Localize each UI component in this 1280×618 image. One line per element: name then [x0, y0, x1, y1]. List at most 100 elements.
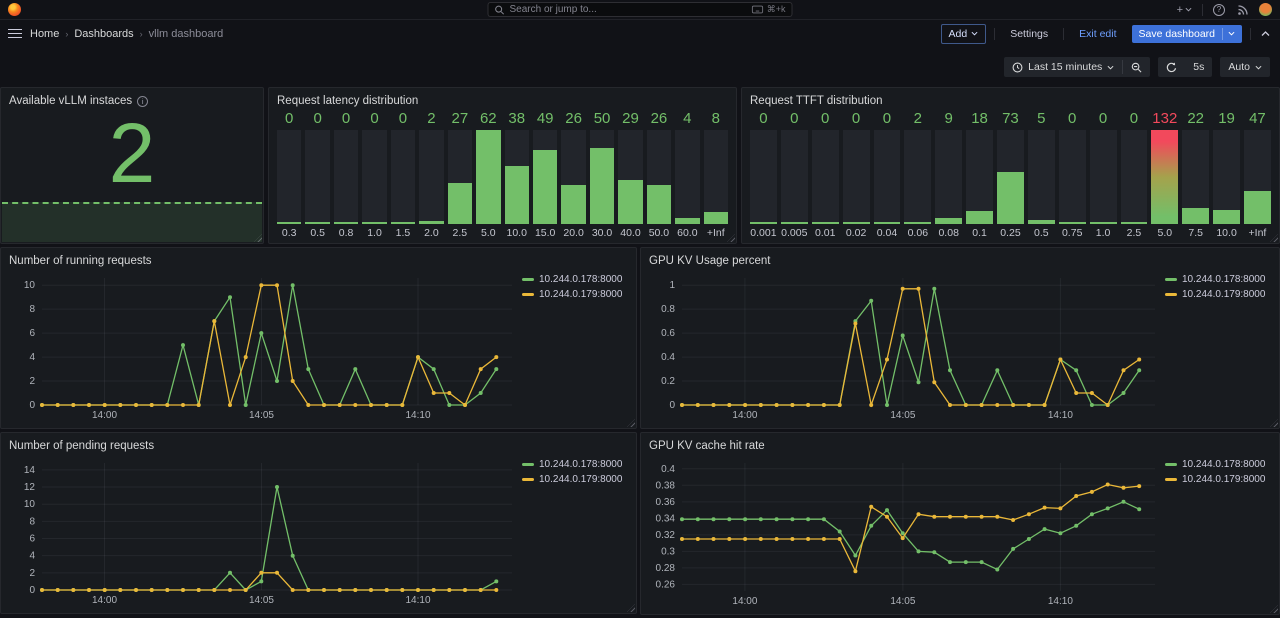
- panel-title[interactable]: GPU KV Usage percent: [649, 255, 770, 267]
- svg-text:14:00: 14:00: [732, 410, 757, 421]
- bar-fill: [750, 222, 777, 224]
- bar-column: 02.5: [1121, 110, 1148, 239]
- panel-title[interactable]: GPU KV cache hit rate: [649, 440, 765, 452]
- legend-item[interactable]: 10.244.0.179:8000: [522, 289, 628, 300]
- bar-track: [781, 130, 808, 224]
- bar-column: 00.02: [843, 110, 870, 239]
- bar-value: 5: [1028, 110, 1055, 127]
- bar-track: [419, 130, 443, 224]
- time-controls-bar: Last 15 minutes 5s Auto: [0, 47, 1280, 87]
- bar-fill: [1121, 222, 1148, 224]
- legend-item[interactable]: 10.244.0.179:8000: [1165, 474, 1271, 485]
- bar-track: [750, 130, 777, 224]
- bar-value: 0: [334, 110, 358, 127]
- zoom-out-button[interactable]: [1123, 58, 1150, 77]
- panel-title[interactable]: Number of running requests: [9, 255, 152, 267]
- exit-edit-button[interactable]: Exit edit: [1072, 25, 1123, 43]
- bar-column: 00.5: [305, 110, 329, 239]
- panel-request-ttft: Request TTFT distribution 00.00100.00500…: [741, 87, 1280, 244]
- panel-title[interactable]: Request latency distribution: [277, 95, 418, 107]
- breadcrumb-home[interactable]: Home: [30, 28, 59, 40]
- bar-category-label: 0.06: [904, 224, 931, 239]
- legend-item[interactable]: 10.244.0.178:8000: [522, 459, 628, 470]
- bar-fill: [874, 222, 901, 224]
- search-input[interactable]: Search or jump to... ⌘+k: [488, 2, 793, 17]
- save-dashboard-button[interactable]: Save dashboard: [1132, 25, 1242, 43]
- collapse-toolbar-button[interactable]: [1259, 31, 1272, 37]
- svg-text:0.2: 0.2: [661, 376, 675, 387]
- breadcrumb-dashboards[interactable]: Dashboards: [74, 28, 133, 40]
- refresh-button[interactable]: [1158, 58, 1185, 77]
- chevron-up-icon: [1261, 31, 1270, 37]
- bar-track: [618, 130, 642, 224]
- bar-column: 50.5: [1028, 110, 1055, 239]
- svg-text:8: 8: [29, 516, 35, 527]
- breadcrumb-separator: ›: [140, 29, 143, 39]
- bar-value: 62: [476, 110, 500, 127]
- legend-swatch: [1165, 478, 1177, 481]
- svg-text:2: 2: [29, 568, 35, 579]
- add-new-button[interactable]: +: [1175, 4, 1194, 16]
- legend-item[interactable]: 10.244.0.178:8000: [1165, 274, 1271, 285]
- kv-cache-hit-rate-chart: 14:0014:0514:100.260.280.30.320.340.360.…: [649, 455, 1271, 608]
- divider: [994, 28, 995, 40]
- bar-category-label: 40.0: [618, 224, 642, 239]
- help-icon: ?: [1213, 4, 1225, 16]
- user-avatar[interactable]: [1259, 3, 1272, 16]
- settings-button[interactable]: Settings: [1003, 25, 1055, 43]
- add-panel-button[interactable]: Add: [941, 24, 987, 44]
- bar-category-label: 0.1: [966, 224, 993, 239]
- bar-column: 20.06: [904, 110, 931, 239]
- time-range-picker[interactable]: Last 15 minutes: [1004, 57, 1122, 77]
- breadcrumb: Home › Dashboards › vllm dashboard: [30, 28, 223, 40]
- svg-text:10: 10: [24, 499, 36, 510]
- svg-text:0.8: 0.8: [661, 304, 675, 315]
- svg-text:14:05: 14:05: [890, 410, 915, 421]
- bar-fill: [1213, 210, 1240, 224]
- news-button[interactable]: [1235, 4, 1251, 16]
- bar-fill: [812, 222, 839, 224]
- legend-item[interactable]: 10.244.0.179:8000: [522, 474, 628, 485]
- bar-value: 0: [305, 110, 329, 127]
- panel-title[interactable]: Request TTFT distribution: [750, 95, 883, 107]
- svg-text:14:05: 14:05: [249, 595, 274, 606]
- breadcrumb-current: vllm dashboard: [149, 28, 224, 40]
- legend-item[interactable]: 10.244.0.178:8000: [1165, 459, 1271, 470]
- bar-category-label: 0.5: [305, 224, 329, 239]
- svg-text:0.32: 0.32: [656, 530, 676, 541]
- bar-column: 00.01: [812, 110, 839, 239]
- search-placeholder: Search or jump to...: [510, 4, 747, 15]
- panel-gpu-kv-usage: GPU KV Usage percent 14:0014:0514:1000.2…: [640, 247, 1280, 429]
- bar-track: [704, 130, 728, 224]
- bar-column: 00.3: [277, 110, 301, 239]
- divider: [1202, 4, 1203, 16]
- menu-toggle-icon[interactable]: [8, 27, 22, 41]
- bar-fill: [1090, 222, 1117, 224]
- bar-track: [1121, 130, 1148, 224]
- refresh-interval-label[interactable]: 5s: [1185, 57, 1212, 77]
- plus-icon: +: [1177, 4, 1183, 16]
- auto-dropdown[interactable]: Auto: [1220, 57, 1270, 77]
- grafana-logo-icon[interactable]: [8, 3, 21, 16]
- svg-text:14:05: 14:05: [249, 410, 274, 421]
- panel-title[interactable]: Number of pending requests: [9, 440, 154, 452]
- help-button[interactable]: ?: [1211, 4, 1227, 16]
- legend-swatch: [1165, 463, 1177, 466]
- bar-value: 27: [448, 110, 472, 127]
- legend-item[interactable]: 10.244.0.179:8000: [1165, 289, 1271, 300]
- latency-bar-gauge: 00.300.500.801.001.522.0272.5625.03810.0…: [277, 110, 728, 239]
- search-shortcut: ⌘+k: [767, 4, 786, 15]
- bar-column: 00.04: [874, 110, 901, 239]
- legend-item[interactable]: 10.244.0.178:8000: [522, 274, 628, 285]
- legend-label: 10.244.0.179:8000: [539, 474, 622, 485]
- bar-fill: [334, 222, 358, 224]
- svg-text:0: 0: [669, 400, 675, 411]
- bar-category-label: 10.0: [1213, 224, 1240, 239]
- bar-column: 1910.0: [1213, 110, 1240, 239]
- bar-track: [647, 130, 671, 224]
- bar-column: 00.8: [334, 110, 358, 239]
- chart-plot: 14:0014:0514:100.260.280.30.320.340.360.…: [649, 455, 1161, 608]
- bar-track: [362, 130, 386, 224]
- bar-column: 730.25: [997, 110, 1024, 239]
- legend-label: 10.244.0.179:8000: [1182, 289, 1265, 300]
